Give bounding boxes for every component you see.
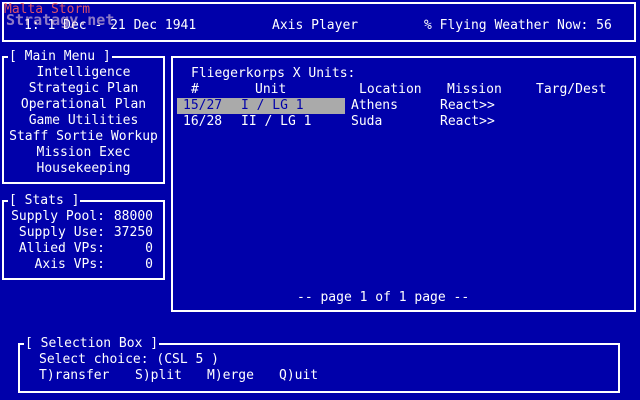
stat-label: Axis VPs: bbox=[34, 257, 105, 272]
split-command[interactable]: S)plit bbox=[135, 368, 182, 384]
watermark-site: Stratagy.net bbox=[6, 11, 115, 29]
unit-row[interactable]: 15/27 I / LG 1 Athens React>> bbox=[173, 98, 634, 114]
stat-value: 37250 bbox=[113, 225, 153, 240]
menu-item-intelligence[interactable]: Intelligence bbox=[4, 65, 163, 81]
menu-item-housekeeping[interactable]: Housekeeping bbox=[4, 161, 163, 177]
unit-row[interactable]: 16/28 II / LG 1 Suda React>> bbox=[173, 114, 634, 130]
unit-name: I / LG 1 bbox=[241, 98, 304, 113]
main-menu-title: [ Main Menu ] bbox=[8, 49, 112, 65]
player-label: Axis Player bbox=[272, 18, 359, 33]
stat-value: 0 bbox=[145, 257, 153, 272]
quit-command[interactable]: Q)uit bbox=[279, 368, 318, 384]
stat-value: 88000 bbox=[113, 209, 153, 224]
menu-item-strategic-plan[interactable]: Strategic Plan bbox=[4, 81, 163, 97]
menu-item-operational-plan[interactable]: Operational Plan bbox=[4, 97, 163, 113]
stat-label: Supply Use: bbox=[18, 225, 105, 240]
menu-item-staff-sortie-workup[interactable]: Staff Sortie Workup bbox=[4, 129, 163, 145]
selection-prompt: Select choice: (CSL 5 ) bbox=[39, 352, 220, 367]
stat-axis-vps: Axis VPs: 0 bbox=[4, 257, 163, 273]
menu-item-game-utilities[interactable]: Game Utilities bbox=[4, 113, 163, 129]
unit-name: II / LG 1 bbox=[241, 114, 312, 129]
selection-box: [ Selection Box ] Select choice: (CSL 5 … bbox=[18, 336, 620, 393]
unit-number: 16/28 bbox=[183, 114, 223, 129]
unit-location: Athens bbox=[351, 98, 398, 113]
stat-label: Allied VPs: bbox=[18, 241, 105, 256]
merge-command[interactable]: M)erge bbox=[207, 368, 254, 384]
stat-value: 0 bbox=[145, 241, 153, 256]
unit-location: Suda bbox=[351, 114, 383, 129]
selection-box-title: [ Selection Box ] bbox=[24, 336, 160, 352]
main-menu-panel: [ Main Menu ] Intelligence Strategic Pla… bbox=[2, 49, 165, 184]
stats-title: [ Stats ] bbox=[8, 193, 81, 209]
unit-number: 15/27 bbox=[183, 98, 223, 113]
flying-weather: % Flying Weather Now: 56 bbox=[424, 18, 612, 33]
menu-item-mission-exec[interactable]: Mission Exec bbox=[4, 145, 163, 161]
stat-label: Supply Pool: bbox=[11, 209, 105, 224]
stat-allied-vps: Allied VPs: 0 bbox=[4, 241, 163, 257]
stat-supply-use: Supply Use: 37250 bbox=[4, 225, 163, 241]
unit-mission[interactable]: React>> bbox=[440, 114, 495, 130]
stats-panel: [ Stats ] Supply Pool: 88000 Supply Use:… bbox=[2, 193, 165, 280]
page-indicator: -- page 1 of 1 page -- bbox=[297, 290, 470, 305]
column-header-mission: Mission bbox=[447, 82, 502, 97]
unit-mission[interactable]: React>> bbox=[440, 98, 495, 114]
column-header-number: # bbox=[191, 82, 199, 97]
units-panel: Fliegerkorps X Units: # Unit Location Mi… bbox=[171, 56, 636, 312]
stat-supply-pool: Supply Pool: 88000 bbox=[4, 209, 163, 225]
column-header-targ-dest: Targ/Dest bbox=[536, 82, 607, 97]
units-panel-title: Fliegerkorps X Units: bbox=[191, 66, 356, 81]
column-header-unit: Unit bbox=[255, 82, 287, 97]
column-header-location: Location bbox=[359, 82, 422, 97]
transfer-command[interactable]: T)ransfer bbox=[39, 368, 109, 384]
